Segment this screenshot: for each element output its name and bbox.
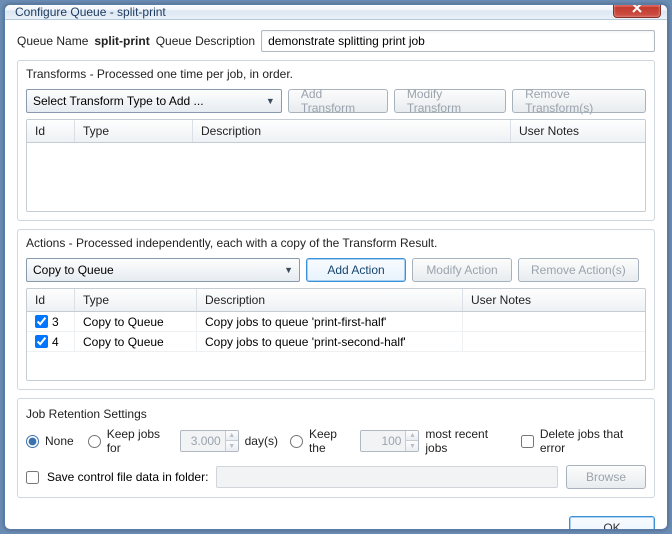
row-notes (463, 312, 645, 331)
row-checkbox[interactable] (35, 315, 48, 328)
retention-days-input[interactable] (181, 431, 225, 451)
retention-keepfor-label: Keep jobs for (107, 427, 174, 455)
retention-keepthe-radio[interactable] (290, 435, 303, 448)
queue-name-value: split-print (94, 34, 149, 48)
save-control-checkbox[interactable] (26, 471, 39, 484)
modify-transform-button[interactable]: Modify Transform (394, 89, 506, 113)
chevron-down-icon: ▼ (284, 265, 293, 275)
actions-table: Id Type Description User Notes 3 Copy to … (26, 288, 646, 381)
add-transform-button[interactable]: Add Transform (288, 89, 388, 113)
th-notes[interactable]: User Notes (463, 289, 645, 311)
spin-down-icon[interactable]: ▼ (405, 441, 418, 451)
retention-days-suffix: day(s) (245, 434, 278, 448)
row-id: 3 (52, 315, 59, 329)
delete-error-checkbox[interactable] (521, 435, 534, 448)
transform-type-select[interactable]: Select Transform Type to Add ... ▼ (26, 89, 282, 113)
row-type: Copy to Queue (75, 332, 197, 351)
save-control-row: Save control file data in folder: Browse (26, 465, 646, 489)
th-notes[interactable]: User Notes (511, 120, 645, 142)
dialog-window: Configure Queue - split-print Queue Name… (4, 4, 668, 530)
spin-up-icon[interactable]: ▲ (405, 431, 418, 441)
th-desc[interactable]: Description (193, 120, 511, 142)
browse-button[interactable]: Browse (566, 465, 646, 489)
retention-keepthe-label: Keep the (309, 427, 355, 455)
window-title: Configure Queue - split-print (15, 5, 613, 19)
delete-error-label: Delete jobs that error (540, 427, 646, 455)
retention-options: None Keep jobs for ▲▼ day(s) Keep the ▲▼… (26, 427, 646, 455)
transform-select-value: Select Transform Type to Add ... (33, 94, 204, 108)
close-icon (631, 4, 643, 13)
titlebar: Configure Queue - split-print (5, 5, 667, 20)
queue-desc-input[interactable] (261, 30, 655, 52)
actions-title: Actions - Processed independently, each … (26, 236, 646, 250)
retention-count-input[interactable] (361, 431, 405, 451)
dialog-footer: OK (17, 506, 655, 530)
transforms-title: Transforms - Processed one time per job,… (26, 67, 646, 81)
dialog-content: Queue Name split-print Queue Description… (5, 20, 667, 530)
close-button[interactable] (613, 4, 661, 18)
th-type[interactable]: Type (75, 120, 193, 142)
spin-up-icon[interactable]: ▲ (225, 431, 238, 441)
row-notes (463, 332, 645, 351)
chevron-down-icon: ▼ (266, 96, 275, 106)
table-row[interactable]: 3 Copy to QueueCopy jobs to queue 'print-… (27, 312, 645, 332)
row-desc: Copy jobs to queue 'print-first-half' (197, 312, 463, 331)
table-row[interactable]: 4 Copy to QueueCopy jobs to queue 'print-… (27, 332, 645, 352)
th-type[interactable]: Type (75, 289, 197, 311)
queue-desc-label: Queue Description (156, 34, 255, 48)
save-control-label: Save control file data in folder: (47, 470, 208, 484)
row-desc: Copy jobs to queue 'print-second-half' (197, 332, 463, 351)
transforms-thead: Id Type Description User Notes (27, 120, 645, 143)
transforms-toolbar: Select Transform Type to Add ... ▼ Add T… (26, 89, 646, 113)
retention-none-label: None (45, 434, 74, 448)
row-checkbox[interactable] (35, 335, 48, 348)
row-type: Copy to Queue (75, 312, 197, 331)
transforms-group: Transforms - Processed one time per job,… (17, 60, 655, 221)
spin-down-icon[interactable]: ▼ (225, 441, 238, 451)
actions-toolbar: Copy to Queue ▼ Add Action Modify Action… (26, 258, 646, 282)
retention-count-spinner[interactable]: ▲▼ (360, 430, 419, 452)
queue-name-row: Queue Name split-print Queue Description (17, 30, 655, 52)
add-action-button[interactable]: Add Action (306, 258, 406, 282)
save-control-path-input[interactable] (216, 466, 558, 488)
remove-action-button[interactable]: Remove Action(s) (518, 258, 639, 282)
transforms-tbody (27, 143, 645, 211)
th-id[interactable]: Id (27, 289, 75, 311)
queue-name-label: Queue Name (17, 34, 88, 48)
modify-action-button[interactable]: Modify Action (412, 258, 512, 282)
actions-tbody: 3 Copy to QueueCopy jobs to queue 'print-… (27, 312, 645, 380)
th-desc[interactable]: Description (197, 289, 463, 311)
th-id[interactable]: Id (27, 120, 75, 142)
row-id: 4 (52, 335, 59, 349)
retention-none-radio[interactable] (26, 435, 39, 448)
retention-keepfor-radio[interactable] (88, 435, 101, 448)
ok-button[interactable]: OK (569, 516, 655, 530)
action-type-select[interactable]: Copy to Queue ▼ (26, 258, 300, 282)
actions-thead: Id Type Description User Notes (27, 289, 645, 312)
retention-recent-suffix: most recent jobs (425, 427, 508, 455)
retention-title: Job Retention Settings (26, 407, 646, 421)
transforms-table: Id Type Description User Notes (26, 119, 646, 212)
retention-days-spinner[interactable]: ▲▼ (180, 430, 239, 452)
retention-group: Job Retention Settings None Keep jobs fo… (17, 398, 655, 498)
action-select-value: Copy to Queue (33, 263, 114, 277)
remove-transform-button[interactable]: Remove Transform(s) (512, 89, 646, 113)
actions-group: Actions - Processed independently, each … (17, 229, 655, 390)
